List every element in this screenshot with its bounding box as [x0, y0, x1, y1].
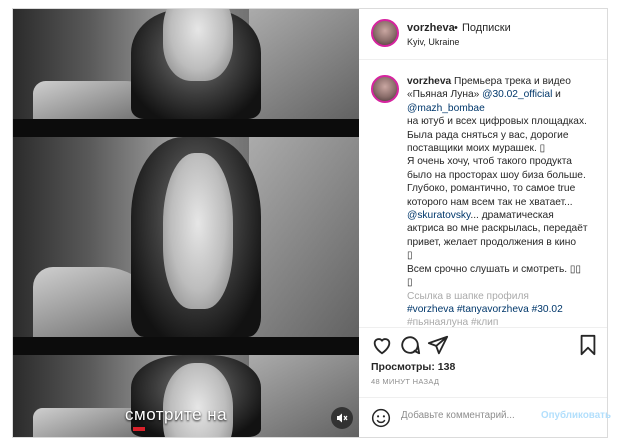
- caption-text-segment: Всем срочно слушать и смотреть. ▯▯: [407, 263, 582, 275]
- caption-line: привет, желает продолжения в кино: [407, 236, 603, 249]
- video-frame-top: [13, 9, 359, 119]
- publish-button[interactable]: Опубликовать: [541, 410, 611, 421]
- heart-icon[interactable]: [371, 334, 393, 356]
- post-timestamp[interactable]: 48 МИНУТ НАЗАД: [371, 377, 439, 386]
- header-username[interactable]: vorzheva: [407, 22, 455, 34]
- instagram-post: смотрите на vorzheva • Подписки Kyiv, Uk…: [12, 8, 611, 438]
- caption-line: Была рада сняться у вас, дорогие: [407, 129, 603, 142]
- caption-line: которого нам всем так не хватает...: [407, 196, 603, 209]
- post-video[interactable]: смотрите на: [13, 9, 359, 437]
- caption-text-segment: ... драматическая: [470, 210, 554, 222]
- add-comment-section: Опубликовать: [359, 397, 611, 438]
- caption-line: #vorzheva #tanyavorzheva #30.02: [407, 303, 603, 316]
- caption-avatar[interactable]: [371, 75, 399, 103]
- caption-line: @mazh_bombae: [407, 102, 603, 115]
- share-icon[interactable]: [427, 334, 449, 356]
- caption-link[interactable]: @30.02_official: [482, 89, 552, 100]
- letterbox-bar: [13, 119, 359, 137]
- caption-text-segment: Я очень хочу, чтоб такого продукта: [407, 156, 572, 168]
- caption-link[interactable]: #vorzheva #tanyavorzheva #30.02: [407, 304, 563, 315]
- caption-text-segment: Глубоко, романтично, то самое true: [407, 183, 576, 195]
- caption-text-segment: которого нам всем так не хватает...: [407, 196, 573, 208]
- caption-text-segment: Была рада сняться у вас, дорогие: [407, 129, 569, 141]
- caption-text-segment: «Пьяная Луна»: [407, 89, 483, 101]
- caption-line: Я очень хочу, чтоб такого продукта: [407, 155, 603, 168]
- caption-link[interactable]: @skuratovsky: [407, 210, 470, 221]
- caption-line: ▯: [407, 249, 603, 262]
- bookmark-icon[interactable]: [577, 334, 599, 356]
- post-sidebar: vorzheva • Подписки Kyiv, Ukraine vorzhe…: [359, 9, 611, 438]
- caption-line: «Пьяная Луна» @30.02_official и: [407, 88, 603, 101]
- caption-text-segment: поставщики моих мурашек. ▯: [407, 143, 546, 155]
- caption-text-segment: ▯: [407, 250, 413, 262]
- video-subtitle: смотрите на: [125, 405, 228, 431]
- speaker-muted-icon: [337, 413, 348, 423]
- caption-line: Всем срочно слушать и смотреть. ▯▯: [407, 263, 603, 276]
- caption-line: @skuratovsky... драматическая: [407, 209, 603, 222]
- caption-text-segment: привет, желает продолжения в кино: [407, 236, 577, 248]
- caption-line: было на просторах шоу биза больше.: [407, 169, 603, 182]
- emoji-icon[interactable]: [371, 408, 391, 428]
- caption-line: vorzheva Премьера трека и видео: [407, 75, 603, 88]
- caption-text-segment: актриса во мне раскрылась, передаёт: [407, 223, 588, 235]
- caption-text-segment: ▯: [407, 277, 413, 289]
- letterbox-bar: [13, 337, 359, 355]
- following-button[interactable]: Подписки: [462, 22, 511, 34]
- caption-text-segment: было на просторах шоу биза больше.: [407, 169, 586, 181]
- post-header: vorzheva • Подписки Kyiv, Ukraine: [359, 9, 607, 60]
- caption-line: актриса во мне раскрылась, передаёт: [407, 222, 603, 235]
- caption-line: поставщики моих мурашек. ▯: [407, 142, 603, 155]
- video-frame-middle: [13, 137, 359, 337]
- caption-link[interactable]: #пьянаялуна #клип: [407, 317, 498, 327]
- separator-dot: •: [454, 22, 458, 34]
- caption-line: Глубоко, романтично, то самое true: [407, 182, 603, 195]
- action-bar: [359, 327, 607, 358]
- avatar[interactable]: [371, 19, 399, 47]
- caption-text-segment: Премьера трека и видео: [454, 76, 571, 87]
- caption-line: Ссылка в шапке профиля: [407, 290, 603, 303]
- caption-text-segment: Ссылка в шапке профиля: [407, 290, 529, 302]
- caption-line: ▯: [407, 276, 603, 289]
- caption-link[interactable]: @mazh_bombae: [407, 103, 485, 114]
- mute-button[interactable]: [331, 407, 353, 429]
- caption-text-segment: на ютуб и всех цифровых площадках.: [407, 116, 587, 128]
- caption-text-segment: и: [552, 89, 561, 101]
- comment-icon[interactable]: [399, 334, 421, 356]
- caption-block: vorzheva Премьера трека и видео «Пьяная Л…: [359, 71, 607, 327]
- caption-text: vorzheva Премьера трека и видео «Пьяная Л…: [407, 75, 603, 327]
- caption-username[interactable]: vorzheva: [407, 76, 451, 87]
- location-link[interactable]: Kyiv, Ukraine: [407, 37, 459, 47]
- views-count[interactable]: Просмотры: 138: [371, 361, 455, 373]
- caption-line: на ютуб и всех цифровых площадках.: [407, 115, 603, 128]
- comment-input[interactable]: [401, 410, 541, 421]
- caption-line: #пьянаялуна #клип: [407, 316, 603, 327]
